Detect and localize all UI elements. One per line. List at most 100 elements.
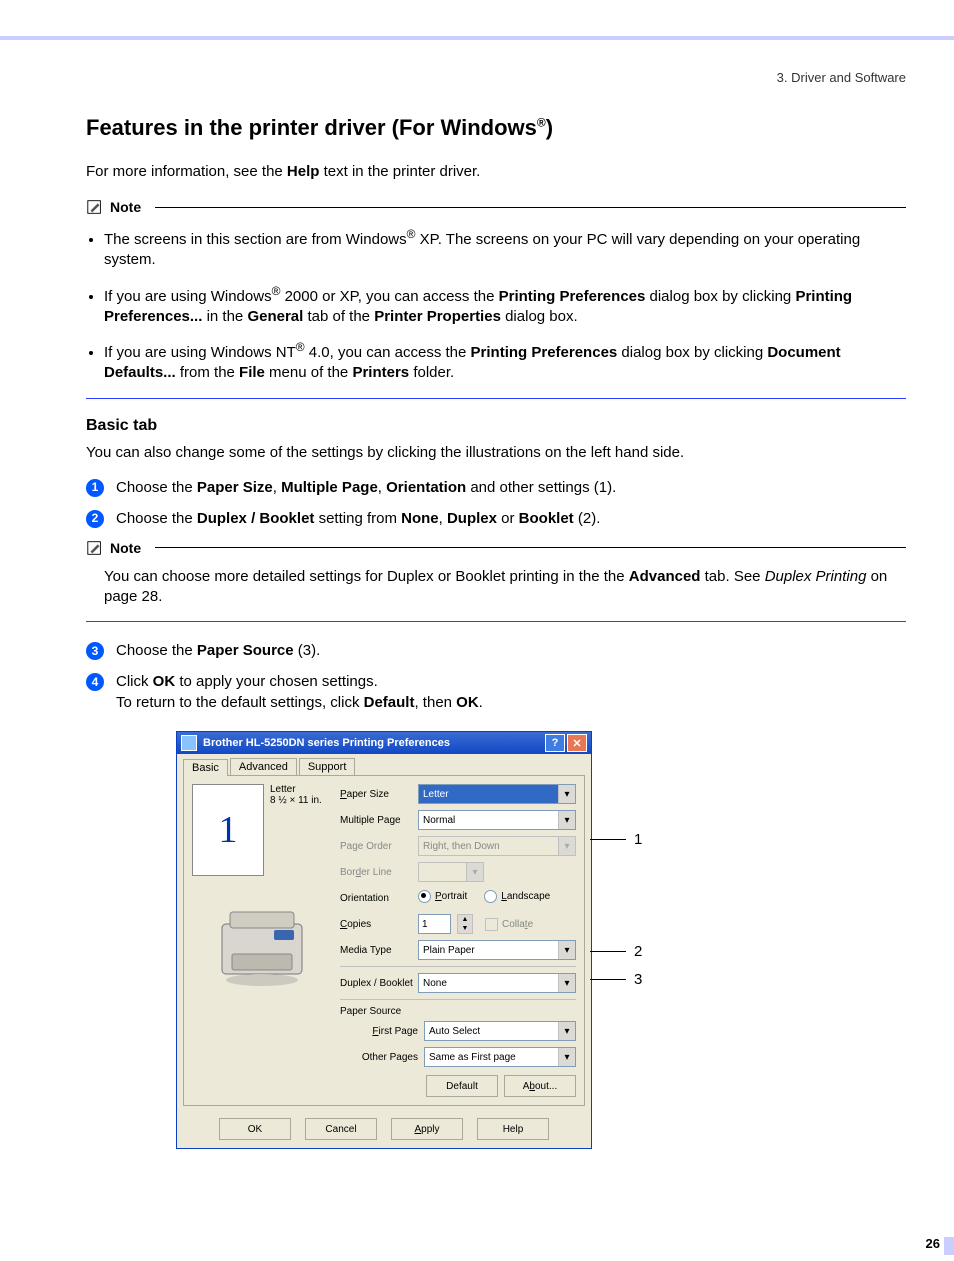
note-item-1: The screens in this section are from Win…	[104, 226, 906, 271]
printer-illustration[interactable]	[202, 894, 322, 994]
note-close-rule	[86, 398, 906, 399]
separator	[340, 966, 576, 967]
callout-number-3: 3	[634, 971, 642, 988]
note-label: Note	[110, 199, 141, 215]
help-button[interactable]: Help	[477, 1118, 549, 1140]
about-button[interactable]: About...	[504, 1075, 576, 1097]
copies-spinner[interactable]: ▲▼	[457, 914, 473, 934]
step-bullet-2: 2	[86, 510, 104, 528]
dialog-titlebar[interactable]: Brother HL-5250DN series Printing Prefer…	[177, 732, 591, 754]
label-first-page: First Page	[340, 1026, 424, 1037]
printing-preferences-dialog: Brother HL-5250DN series Printing Prefer…	[176, 731, 592, 1149]
radio-portrait[interactable]: Portrait	[418, 890, 467, 903]
title-text-b: )	[546, 115, 553, 140]
basic-tab-intro: You can also change some of the settings…	[86, 443, 906, 463]
chevron-down-icon: ▼	[458, 924, 472, 933]
step-4: 4 Click OK to apply your chosen settings…	[86, 671, 906, 713]
label-media-type: Media Type	[340, 945, 418, 956]
label-other-pages: Other Pages	[340, 1052, 424, 1063]
page-content: 3. Driver and Software Features in the p…	[0, 40, 954, 1149]
paper-preview[interactable]: 1	[192, 784, 264, 876]
combo-duplex[interactable]: None▾	[418, 973, 576, 993]
basic-tab-heading: Basic tab	[86, 417, 906, 435]
note-header-2: Note	[86, 539, 906, 557]
tab-basic[interactable]: Basic	[183, 759, 228, 776]
chevron-down-icon: ▾	[558, 941, 575, 959]
basic-panel: 1 Letter 8 ½ × 11 in.	[183, 775, 585, 1106]
settings-pane: Paper Size Letter▾ Multiple Page Normal▾…	[340, 784, 576, 1097]
step-bullet-3: 3	[86, 642, 104, 660]
paper-info: Letter 8 ½ × 11 in.	[270, 784, 322, 806]
label-multiple-page: Multiple Page	[340, 815, 418, 826]
header-bar	[0, 0, 954, 40]
tab-support[interactable]: Support	[299, 758, 356, 775]
preview-pane: 1 Letter 8 ½ × 11 in.	[192, 784, 332, 1097]
page-footer: 26	[0, 1229, 954, 1261]
chevron-down-icon: ▾	[558, 1048, 575, 1066]
page-title: Features in the printer driver (For Wind…	[86, 115, 906, 141]
combo-media-type[interactable]: Plain Paper▾	[418, 940, 576, 960]
note-item-3: If you are using Windows NT® 4.0, you ca…	[104, 339, 906, 384]
dialog-footer-buttons: OK Cancel Apply Help	[177, 1112, 591, 1148]
callout-number-2: 2	[634, 943, 642, 960]
label-duplex: Duplex / Booklet	[340, 978, 418, 989]
radio-dot-icon	[418, 890, 431, 903]
label-orientation: Orientation	[340, 893, 418, 904]
input-copies[interactable]: 1	[418, 914, 451, 934]
chevron-down-icon: ▾	[558, 811, 575, 829]
page-number-bar	[944, 1237, 954, 1255]
chevron-down-icon: ▾	[466, 863, 483, 881]
app-icon	[181, 735, 197, 751]
callout-line-2	[590, 951, 626, 952]
combo-paper-size[interactable]: Letter▾	[418, 784, 576, 804]
pencil-note-icon	[86, 198, 104, 216]
note-2-body: You can choose more detailed settings fo…	[104, 567, 906, 608]
step-bullet-1: 1	[86, 479, 104, 497]
callout-line-1	[590, 839, 626, 840]
label-page-order: Page Order	[340, 841, 418, 852]
intro-paragraph: For more information, see the Help text …	[86, 163, 906, 180]
step-bullet-4: 4	[86, 673, 104, 691]
callout-number-1: 1	[634, 831, 642, 848]
step-3: 3 Choose the Paper Source (3).	[86, 640, 906, 661]
note-label: Note	[110, 540, 141, 556]
note-rule	[155, 547, 906, 548]
note-list: The screens in this section are from Win…	[104, 226, 906, 384]
note-rule	[155, 207, 906, 208]
note-item-2: If you are using Windows® 2000 or XP, yo…	[104, 283, 906, 328]
reg-mark: ®	[537, 116, 546, 130]
pencil-note-icon	[86, 539, 104, 557]
page-number: 26	[926, 1236, 940, 1251]
tab-advanced[interactable]: Advanced	[230, 758, 297, 775]
chevron-down-icon: ▾	[558, 837, 575, 855]
title-text-a: Features in the printer driver (For Wind…	[86, 115, 537, 140]
checkbox-box-icon	[485, 918, 498, 931]
chapter-label: 3. Driver and Software	[86, 70, 906, 85]
help-titlebar-button[interactable]: ?	[545, 734, 565, 752]
separator	[340, 999, 576, 1000]
dialog-title: Brother HL-5250DN series Printing Prefer…	[203, 737, 543, 749]
apply-button[interactable]: Apply	[391, 1118, 463, 1140]
callout-line-3	[590, 979, 626, 980]
combo-border-line: ▾	[418, 862, 484, 882]
combo-other-pages[interactable]: Same as First page▾	[424, 1047, 576, 1067]
ok-button[interactable]: OK	[219, 1118, 291, 1140]
close-button[interactable]: ✕	[567, 734, 587, 752]
tab-strip: Basic Advanced Support	[177, 754, 591, 775]
combo-multiple-page[interactable]: Normal▾	[418, 810, 576, 830]
cancel-button[interactable]: Cancel	[305, 1118, 377, 1140]
note-header: Note	[86, 198, 906, 216]
default-button[interactable]: Default	[426, 1075, 498, 1097]
combo-first-page[interactable]: Auto Select▾	[424, 1021, 576, 1041]
step-2: 2 Choose the Duplex / Booklet setting fr…	[86, 508, 906, 529]
checkbox-collate: Collate	[485, 918, 533, 931]
combo-page-order: Right, then Down▾	[418, 836, 576, 856]
radio-landscape[interactable]: Landscape	[484, 890, 550, 903]
chevron-down-icon: ▾	[558, 974, 575, 992]
chevron-up-icon: ▲	[458, 915, 472, 924]
label-border-line: Border Line	[340, 867, 418, 878]
chevron-down-icon: ▾	[558, 785, 575, 803]
label-copies: Copies	[340, 919, 418, 930]
note-close-rule-2	[86, 621, 906, 622]
step-1: 1 Choose the Paper Size, Multiple Page, …	[86, 477, 906, 498]
